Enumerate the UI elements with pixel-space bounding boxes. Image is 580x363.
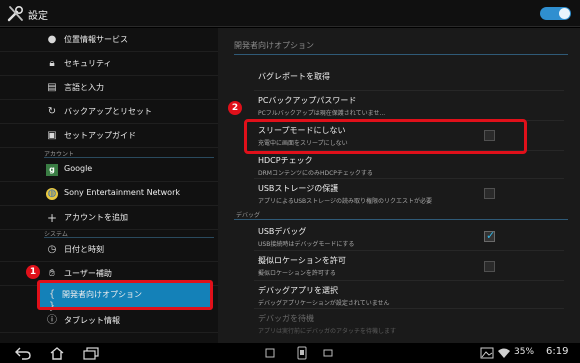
clock: 6:19 [546,346,569,357]
list-divider [254,308,564,309]
section-header-debug: デバッグ [236,212,261,219]
home-icon[interactable] [48,346,66,360]
sidebar-item-date-time[interactable]: ◷ 日付と時刻 [0,238,218,262]
plus-icon: + [46,211,58,225]
list-divider [254,280,564,281]
pref-bug-report[interactable]: バグレポートを取得 [258,71,558,82]
sidebar-item-google[interactable]: g Google [0,158,218,182]
sidebar-item-language[interactable]: ▤ 言語と入力 [0,76,218,100]
pref-summary: アプリは実行前にデバッガのアタッチを待機します [258,328,397,335]
location-pin-icon: ● [47,34,57,45]
pref-summary: DRMコンテンツにのみHDCPチェックする [258,170,373,177]
screenshot-icon[interactable] [296,346,308,360]
pref-wait-for-debugger: デバッガを待機 アプリは実行前にデバッガのアタッチを待機します [258,313,558,335]
pref-title: 擬似ロケーションを許可 [258,256,346,265]
pref-title: USBデバッグ [258,227,307,236]
sidebar-item-sony-network[interactable]: ◍ Sony Entertainment Network [0,182,218,206]
menu-grid-icon[interactable] [322,346,334,360]
list-divider [254,250,564,251]
sidebar-item-label: ユーザー補助 [64,269,112,278]
heading-divider [234,54,568,55]
sidebar-item-label: タブレット情報 [64,316,120,325]
pref-usb-debugging[interactable]: USBデバッグ USB接続時はデバッグモードにする [258,226,558,248]
clock-icon: ◷ [47,244,57,255]
sidebar-item-setup-guide[interactable]: ▣ セットアップガイド [0,124,218,148]
sidebar-item-label: セキュリティ [64,59,112,68]
pref-summary: PCフルバックアップは現在保護されていませ... [258,110,386,117]
step-badge-2: 2 [228,101,242,115]
pref-pc-backup-password[interactable]: PCバックアップパスワード PCフルバックアップは現在保護されていませ... [258,95,558,117]
page-title: 開発者向けオプション [234,41,314,50]
pref-title: HDCPチェック [258,156,313,165]
sidebar-item-label: 日付と時刻 [64,245,104,254]
pref-title: USBストレージの保護 [258,184,339,193]
wrench-screwdriver-icon[interactable] [6,4,26,24]
pref-title: デバッグアプリを選択 [258,286,338,295]
pref-summary: 擬似ロケーションを許可する [258,270,336,277]
sidebar-item-tablet-info[interactable]: ⓘ タブレット情報 [0,309,218,333]
battery-percentage: 35% [514,347,535,357]
system-navigation-bar: 35% 6:19 [0,343,580,363]
sidebar-item-label: アカウントを追加 [64,213,128,222]
guide-icon: ▣ [47,130,57,141]
pref-summary: デバッグアプリケーションが設定されていません [258,300,390,307]
sidebar-item-label: セットアップガイド [64,131,136,140]
list-divider [254,90,564,91]
developer-options-panel: 開発者向けオプション バグレポートを取得 PCバックアップパスワード PCフルバ… [218,28,580,343]
sidebar-item-label: 言語と入力 [64,83,104,92]
sidebar-item-security[interactable]: 🔒︎ セキュリティ [0,52,218,76]
google-icon: g [46,164,58,176]
small-apps-icon[interactable] [264,346,276,360]
developer-options-toggle[interactable] [540,7,571,20]
recent-apps-icon[interactable] [82,346,100,360]
pref-hdcp-check[interactable]: HDCPチェック DRMコンテンツにのみHDCPチェックする [258,155,558,177]
keyboard-icon: ▤ [47,82,57,93]
pref-summary: アプリによるUSBストレージの読み取り権限のリクエストが必要 [258,198,433,205]
list-divider [254,178,564,179]
pref-title: バグレポートを取得 [258,72,330,81]
section-divider [234,219,568,220]
mock-locations-checkbox[interactable] [484,261,495,272]
pref-summary: USB接続時はデバッグモードにする [258,241,355,248]
toggle-knob [559,8,570,19]
sidebar-item-add-account[interactable]: + アカウントを追加 [0,206,218,230]
sony-network-icon: ◍ [46,188,58,200]
usb-storage-protect-checkbox[interactable] [484,188,495,199]
sidebar-item-label: Google [64,164,93,173]
pref-usb-storage-protect[interactable]: USBストレージの保護 アプリによるUSBストレージの読み取り権限のリクエストが… [258,183,558,205]
lock-icon: 🔒︎ [49,58,55,69]
app-title: 設定 [28,11,48,22]
back-icon[interactable] [14,346,32,360]
reset-icon: ↻ [47,106,57,117]
settings-category-list: ● 位置情報サービス 🔒︎ セキュリティ ▤ 言語と入力 ↻ バックアップとリセ… [0,28,218,343]
pref-select-debug-app[interactable]: デバッグアプリを選択 デバッグアプリケーションが設定されていません [258,285,558,307]
highlight-box-developer-options [37,280,213,310]
sidebar-item-location[interactable]: ● 位置情報サービス [0,28,218,52]
sidebar-item-backup[interactable]: ↻ バックアップとリセット [0,100,218,124]
wifi-icon [498,348,510,358]
highlight-box-stay-awake [244,119,527,154]
usb-debugging-checkbox[interactable] [484,229,495,242]
pref-title: PCバックアップパスワード [258,96,357,105]
info-icon: ⓘ [47,315,57,326]
sidebar-item-label: バックアップとリセット [64,107,152,116]
hand-icon: ✋︎ [49,268,55,279]
sidebar-item-label: 位置情報サービス [64,35,128,44]
action-bar: 設定 [0,0,580,27]
step-badge-1: 1 [26,265,40,279]
sidebar-item-label: Sony Entertainment Network [64,188,180,197]
pref-title: デバッガを待機 [258,314,314,323]
image-notification-icon [480,347,494,359]
pref-mock-locations[interactable]: 擬似ロケーションを許可 擬似ロケーションを許可する [258,255,558,277]
